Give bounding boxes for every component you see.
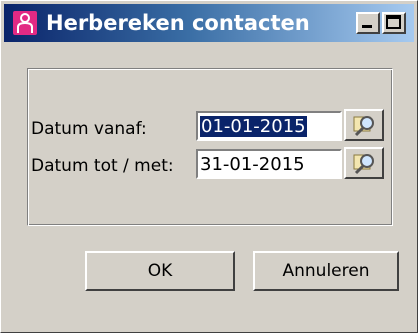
window-title: Herbereken contacten: [46, 11, 310, 35]
magnifier-icon: [353, 116, 374, 137]
date-range-group: [27, 68, 393, 226]
dialog-window: Herbereken contacten Datum vanaf: 01-01-…: [0, 0, 418, 333]
date-to-label: Datum tot / met:: [31, 156, 174, 176]
date-to-picker-button[interactable]: [344, 147, 384, 179]
user-icon: [13, 11, 37, 35]
ok-button[interactable]: OK: [85, 251, 235, 291]
date-to-input[interactable]: 31-01-2015: [196, 149, 342, 179]
minimize-button[interactable]: [356, 12, 380, 34]
magnifier-icon: [353, 154, 374, 175]
date-to-value: 31-01-2015: [200, 154, 305, 175]
cancel-button[interactable]: Annuleren: [253, 251, 399, 291]
maximize-button[interactable]: [382, 12, 406, 34]
title-bar[interactable]: Herbereken contacten: [4, 4, 414, 42]
date-from-value: 01-01-2015: [200, 116, 307, 137]
date-from-input[interactable]: 01-01-2015: [196, 111, 342, 141]
date-from-picker-button[interactable]: [344, 109, 384, 141]
date-from-label: Datum vanaf:: [31, 119, 147, 139]
